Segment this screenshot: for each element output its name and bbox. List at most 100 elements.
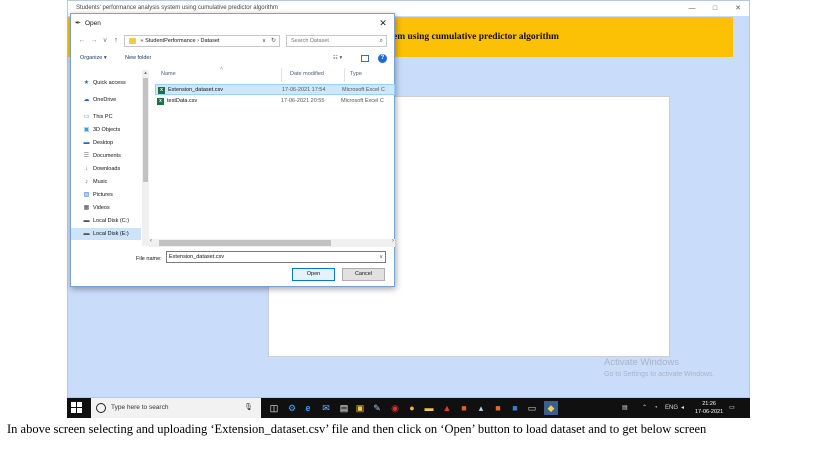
search-input[interactable]: Search Dataset ⌕ — [286, 35, 387, 47]
cancel-button[interactable]: Cancel — [342, 268, 385, 281]
cube-icon: ▣ — [83, 127, 90, 133]
up-arrow-icon[interactable]: ↑ — [111, 35, 121, 47]
notepad-icon[interactable]: ✎ — [370, 401, 384, 415]
search-icon: ⌕ — [379, 38, 383, 44]
address-bar[interactable]: « StudentPerformance › Dataset ∨ ↻ — [124, 35, 280, 47]
star-icon: ★ — [83, 80, 90, 86]
nav-item-music[interactable]: ♪ Music — [83, 176, 107, 188]
recent-dropdown-icon[interactable]: ∨ — [100, 35, 110, 47]
dialog-title: Open — [85, 20, 101, 27]
help-icon[interactable]: ? — [378, 54, 387, 63]
paint-icon[interactable]: ▴ — [474, 401, 488, 415]
close-window-button[interactable]: ✕ — [728, 1, 748, 16]
windows-start-icon[interactable] — [71, 402, 83, 414]
file-explorer-icon[interactable]: ▬ — [422, 401, 436, 415]
file-name: Extension_dataset.csv — [168, 87, 224, 93]
nav-pane-scrollbar[interactable]: ▴ — [142, 70, 149, 246]
picture-icon: ▨ — [83, 192, 90, 198]
taskbar-search-placeholder: Type here to search — [111, 404, 169, 411]
desktop-icon: ▬ — [83, 140, 90, 146]
nav-item-desktop[interactable]: ▬ Desktop — [83, 137, 114, 149]
nav-item-this-pc[interactable]: ▭ This PC — [83, 111, 113, 123]
navigation-row: ← → ∨ ↑ « StudentPerformance › Dataset ∨… — [71, 33, 394, 49]
column-header-type[interactable]: Type — [350, 71, 362, 77]
mail-icon[interactable]: ✉ — [319, 401, 333, 415]
column-header-name[interactable]: Name — [161, 71, 176, 77]
pc-icon: ▭ — [83, 114, 90, 120]
chevron-down-icon[interactable]: ∨ — [262, 36, 266, 47]
nav-item-documents[interactable]: ☰ Documents — [83, 150, 121, 162]
clock-date: 17-06-2021 — [695, 409, 724, 415]
word-icon[interactable]: ■ — [508, 401, 522, 415]
file-type: Microsoft Excel C — [341, 98, 384, 104]
folder-icon — [129, 37, 136, 44]
microphone-icon[interactable]: 🎙︎ — [244, 398, 253, 418]
taskbar-app-icon[interactable]: ▤ — [337, 401, 351, 415]
file-row[interactable]: x Extension_dataset.csv 17-06-2021 17:54… — [155, 84, 395, 95]
network-icon[interactable]: ◔ — [654, 398, 658, 418]
file-list-horizontal-scrollbar[interactable]: ‹ › — [149, 238, 395, 247]
new-folder-button[interactable]: New folder — [125, 51, 151, 66]
breadcrumb-item[interactable]: Dataset — [200, 38, 219, 44]
nav-item-pictures[interactable]: ▨ Pictures — [83, 189, 113, 201]
nav-item-quick-access[interactable]: ★ Quick access — [83, 77, 126, 89]
nav-item-3d-objects[interactable]: ▣ 3D Objects — [83, 124, 121, 136]
app-icon[interactable]: ■ — [491, 401, 505, 415]
forward-arrow-icon[interactable]: → — [89, 35, 99, 47]
maximize-button[interactable]: □ — [705, 1, 725, 16]
search-placeholder: Search Dataset — [291, 38, 329, 44]
back-arrow-icon[interactable]: ← — [77, 35, 87, 47]
file-row[interactable]: x testData.csv 17-06-2021 20:55 Microsof… — [155, 96, 395, 107]
scroll-left-icon[interactable]: ‹ — [150, 238, 152, 244]
volume-icon[interactable]: ◂ — [681, 398, 684, 418]
taskbar-clock[interactable]: 21:26 17-06-2021 — [695, 400, 723, 416]
open-button[interactable]: Open — [292, 268, 335, 281]
open-file-dialog: ✒ Open ✕ ← → ∨ ↑ « StudentPerformance › … — [70, 13, 395, 287]
dialog-close-button[interactable]: ✕ — [376, 16, 390, 30]
edge-browser-icon[interactable]: e — [301, 401, 315, 415]
tray-app-icon[interactable]: ▤ — [622, 398, 628, 418]
taskbar-search-box[interactable]: Type here to search 🎙︎ — [91, 398, 261, 418]
cortana-icon — [96, 403, 106, 413]
chrome-icon[interactable]: ● — [405, 401, 419, 415]
nav-item-videos[interactable]: ▦ Videos — [83, 202, 110, 214]
notification-icon[interactable]: ▭ — [729, 398, 735, 418]
column-header-date[interactable]: Date modified — [290, 71, 324, 77]
media-player-icon[interactable]: ◉ — [388, 401, 402, 415]
file-name-label: File name: — [136, 256, 162, 262]
column-divider[interactable] — [281, 68, 282, 82]
show-hidden-icons-icon[interactable]: ⌃ — [642, 398, 647, 418]
scrollbar-thumb[interactable] — [143, 78, 148, 182]
store-icon[interactable]: ▣ — [353, 401, 367, 415]
sort-ascending-icon: ˄ — [220, 66, 223, 72]
view-options-icon[interactable]: ☷ ▾ — [333, 51, 342, 66]
organize-button[interactable]: Organize ▾ — [80, 51, 107, 66]
windows-taskbar: Type here to search 🎙︎ ◫ ⚙ e ✉ ▤ ▣ ✎ ◉ ●… — [67, 398, 750, 418]
nav-item-local-disk-e[interactable]: ▬ Local Disk (E:) — [71, 228, 141, 240]
preview-pane-icon[interactable] — [361, 55, 369, 62]
nav-item-local-disk-c[interactable]: ▬ Local Disk (C:) — [83, 215, 130, 227]
breadcrumb-item[interactable]: StudentPerformance — [145, 38, 195, 44]
powerpoint-icon[interactable]: ■ — [457, 401, 471, 415]
pdf-reader-icon[interactable]: ▲ — [440, 401, 454, 415]
scroll-right-icon[interactable]: › — [392, 238, 394, 244]
scrollbar-thumb[interactable] — [159, 240, 331, 246]
column-divider[interactable] — [344, 68, 345, 82]
python-icon[interactable]: ◆ — [544, 401, 558, 415]
file-name-field[interactable]: Extension_dataset.csv ∨ — [166, 251, 386, 263]
nav-item-onedrive[interactable]: ☁ OneDrive — [83, 94, 117, 106]
language-indicator[interactable]: ENG — [665, 398, 678, 418]
file-date: 17-06-2021 20:55 — [281, 98, 325, 104]
refresh-icon[interactable]: ↻ — [271, 36, 276, 47]
minimize-button[interactable]: — — [682, 1, 702, 16]
scroll-up-icon[interactable]: ▴ — [142, 70, 149, 76]
settings-gear-icon[interactable]: ⚙ — [285, 401, 299, 415]
task-view-icon[interactable]: ◫ — [267, 401, 281, 415]
file-list: Name ˄ Date modified Type x Extension_da… — [151, 66, 395, 238]
document-icon: ☰ — [83, 153, 90, 159]
chevron-down-icon[interactable]: ∨ — [379, 252, 383, 262]
command-prompt-icon[interactable]: ▭ — [525, 401, 539, 415]
banner-title: em using cumulative predictor algorithm — [393, 32, 559, 42]
file-name-value: Extension_dataset.csv — [169, 254, 225, 260]
nav-item-downloads[interactable]: ↓ Downloads — [83, 163, 120, 175]
